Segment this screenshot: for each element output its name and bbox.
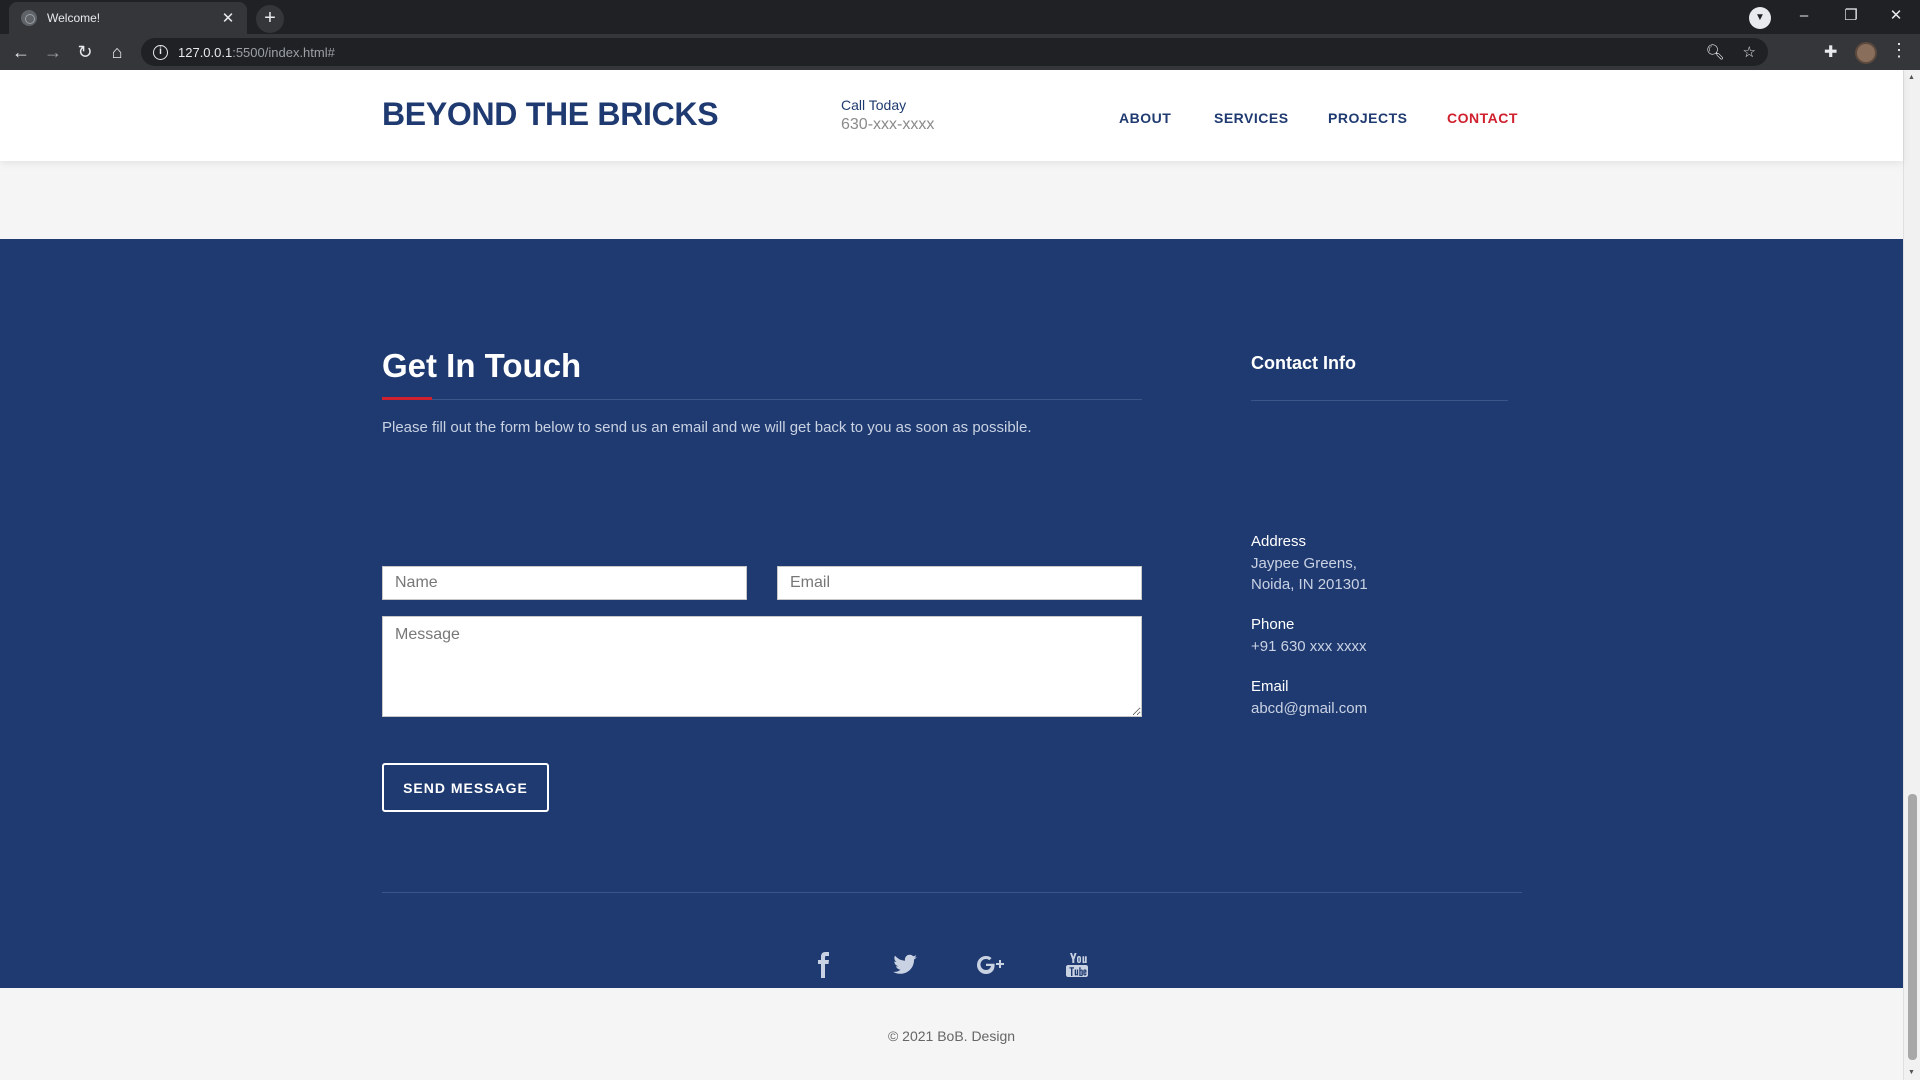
message-textarea[interactable] [382, 616, 1142, 717]
email-input[interactable] [777, 566, 1142, 600]
address-line2: Noida, IN 201301 [1251, 576, 1368, 593]
call-phone: 630-xxx-xxxx [841, 116, 935, 133]
section-title: Get In Touch [382, 347, 582, 384]
contact-info-title: Contact Info [1251, 353, 1356, 373]
page-scrollbar[interactable]: ▲ ▼ [1903, 70, 1920, 1080]
phone-label: Phone [1251, 616, 1295, 633]
back-icon[interactable]: ← [8, 39, 34, 65]
email-label: Email [1251, 678, 1289, 695]
address-label: Address [1251, 533, 1307, 550]
call-label: Call Today [841, 97, 907, 113]
restore-icon[interactable]: ❐ [1831, 4, 1871, 28]
scroll-thumb[interactable] [1908, 794, 1917, 1060]
send-message-button[interactable]: SEND MESSAGE [382, 763, 549, 812]
globe-icon [21, 10, 37, 26]
copyright-text: © 2021 BoB. Design [887, 1028, 1016, 1044]
forward-icon[interactable]: → [40, 39, 66, 65]
url-host: 127.0.0.1 [178, 44, 233, 60]
menu-icon[interactable]: ⋮ [1890, 40, 1908, 61]
contact-info-divider [1251, 400, 1508, 401]
nav-contact[interactable]: CONTACT [1447, 110, 1518, 126]
tab-title: Welcome! [47, 11, 101, 25]
avatar[interactable] [1855, 42, 1877, 64]
browser-toolbar: ← → ↻ ⌂ i 127.0.0.1 :5500/index.html# 🔍︎… [0, 34, 1920, 70]
contact-section: Get In Touch Please fill out the form be… [0, 239, 1903, 988]
window-close-icon[interactable]: ✕ [1876, 4, 1916, 28]
nav-services[interactable]: SERVICES [1214, 110, 1289, 126]
address-bar[interactable]: i 127.0.0.1 :5500/index.html# 🔍︎ ☆ [141, 38, 1768, 66]
zoom-icon[interactable]: 🔍︎ [1706, 43, 1725, 61]
phone-value: +91 630 xxx xxxx [1251, 638, 1367, 655]
minimize-icon[interactable]: – [1784, 4, 1824, 28]
info-icon[interactable]: i [153, 44, 168, 60]
bookmark-star-icon[interactable]: ☆ [1743, 43, 1756, 61]
section-description: Please fill out the form below to send u… [382, 419, 1032, 436]
browser-tab[interactable]: Welcome! ✕ [9, 2, 247, 34]
scroll-up-icon[interactable]: ▲ [1908, 74, 1915, 81]
facebook-icon[interactable] [809, 951, 839, 986]
site-footer: © 2021 BoB. Design [0, 988, 1903, 1080]
url-path: :5500/index.html# [232, 44, 335, 60]
youtube-icon[interactable] [1062, 951, 1092, 986]
page-viewport: BEYOND THE BRICKS Call Today 630-xxx-xxx… [0, 70, 1920, 1080]
tab-search-icon[interactable]: ▼ [1749, 7, 1771, 29]
twitter-icon[interactable] [890, 951, 920, 986]
home-icon[interactable]: ⌂ [104, 39, 130, 65]
nav-projects[interactable]: PROJECTS [1328, 110, 1407, 126]
title-accent [382, 397, 432, 400]
new-tab-button[interactable]: + [256, 5, 284, 33]
scroll-down-icon[interactable]: ▼ [1908, 1069, 1915, 1076]
name-input[interactable] [382, 566, 747, 600]
address-line1: Jaypee Greens, [1251, 555, 1357, 572]
title-divider [382, 399, 1142, 400]
reload-icon[interactable]: ↻ [72, 39, 98, 65]
site-header: BEYOND THE BRICKS Call Today 630-xxx-xxx… [0, 70, 1903, 161]
email-value: abcd@gmail.com [1251, 700, 1368, 717]
brand-logo[interactable]: BEYOND THE BRICKS [382, 96, 719, 133]
extensions-icon[interactable]: ✚ [1824, 42, 1837, 62]
nav-about[interactable]: ABOUT [1119, 110, 1171, 126]
google-plus-icon[interactable] [976, 951, 1006, 986]
browser-tabstrip: Welcome! ✕ + ▼ – ❐ ✕ [0, 0, 1920, 34]
close-icon[interactable]: ✕ [219, 9, 237, 27]
footer-divider [382, 892, 1522, 893]
